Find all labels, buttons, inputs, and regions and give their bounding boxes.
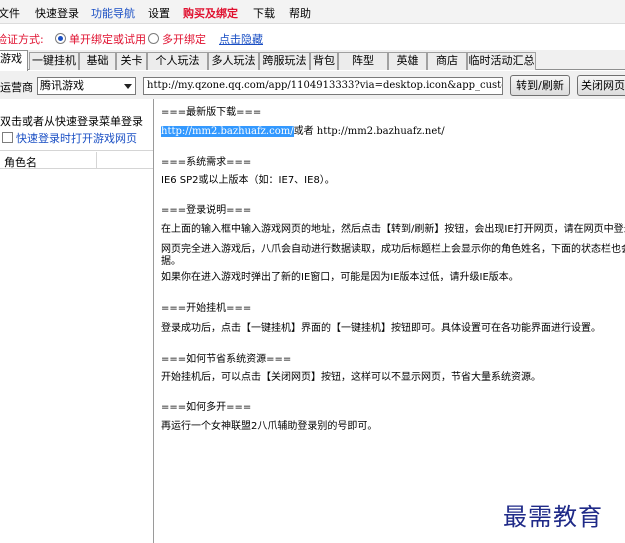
account-panel: 双击或者从快速登录菜单登录 快速登录时打开游戏网页 角色名 (0, 99, 154, 543)
menu-buy-bind[interactable]: 购买及绑定 (183, 5, 238, 21)
menu-feature-nav[interactable]: 功能导航 (91, 5, 135, 21)
login-text-3: 据。 (161, 256, 181, 267)
radio-multi-bind-label[interactable]: 多开绑定 (162, 31, 206, 47)
save-text: 开始挂机后，可以点击【关闭网页】按钮，这样可以不显示网页，节省大量系统资源。 (161, 372, 541, 383)
toolbar: 运营商 腾讯游戏 http://my.qzone.qq.com/app/1104… (0, 71, 625, 99)
menu-help[interactable]: 帮助 (289, 5, 311, 21)
radio-single-bind[interactable] (55, 33, 66, 44)
column-separator[interactable] (96, 152, 97, 168)
radio-single-bind-label[interactable]: 单开绑定或试用 (69, 31, 146, 47)
menu-file[interactable]: 文件 (0, 5, 20, 21)
column-role-name[interactable]: 角色名 (4, 154, 37, 170)
operator-select[interactable]: 腾讯游戏 (37, 77, 136, 95)
operator-label: 运营商 (0, 81, 33, 94)
start-text: 登录成功后，点击【一键挂机】界面的【一键挂机】按钮即可。具体设置可在各功能界面进… (161, 323, 601, 334)
multi-title: ===如何多开=== (161, 402, 252, 413)
start-title: ===开始挂机=== (161, 303, 252, 314)
login-text-4: 如果你在进入游戏时弹出了新的IE窗口，可能是因为IE版本过低，请升级IE版本。 (161, 272, 519, 283)
tab-cross-server[interactable]: 跨服玩法 (259, 52, 310, 70)
menu-quick-login[interactable]: 快速登录 (35, 5, 79, 21)
menu-settings[interactable]: 设置 (148, 5, 170, 21)
tab-game[interactable]: 游戏 (0, 50, 28, 71)
goto-refresh-button[interactable]: 转到/刷新 (510, 75, 570, 96)
multi-text: 再运行一个女神联盟2八爪辅助登录别的号即可。 (161, 421, 378, 432)
login-title: ===登录说明=== (161, 205, 252, 216)
login-text-1: 在上面的输入框中输入游戏网页的地址，然后点击【转到/刷新】按钮，会出现IE打开网… (161, 224, 625, 235)
tab-personal[interactable]: 个人玩法 (147, 52, 208, 70)
hide-link[interactable]: 点击隐藏 (219, 31, 263, 47)
tab-one-click[interactable]: 一键挂机 (29, 52, 79, 70)
verify-label: 验证方式: (0, 33, 44, 46)
save-title: ===如何节省系统资源=== (161, 354, 292, 365)
radio-multi-bind[interactable] (148, 33, 159, 44)
close-page-button[interactable]: 关闭网页 (577, 75, 625, 96)
tab-multiplayer[interactable]: 多人玩法 (208, 52, 259, 70)
open-page-checkbox[interactable] (2, 132, 13, 143)
tab-events[interactable]: 临时活动汇总 (467, 52, 536, 70)
role-list-header: 角色名 (0, 150, 153, 169)
sysreq-text: IE6 SP2或以上版本（如：IE7、IE8）。 (161, 175, 335, 186)
watermark: 最需教育 (503, 503, 603, 531)
download-link-secondary[interactable]: http://mm2.bazhuafz.net/ (317, 126, 445, 137)
login-hint: 双击或者从快速登录菜单登录 (0, 115, 143, 128)
tab-stage[interactable]: 关卡 (116, 52, 147, 70)
download-line: http://mm2.bazhuafz.com/或者 http://mm2.ba… (161, 122, 445, 137)
latest-download-title: ===最新版下载=== (161, 107, 262, 118)
download-link-primary[interactable]: http://mm2.bazhuafz.com/ (161, 126, 294, 137)
url-input[interactable]: http://my.qzone.qq.com/app/1104913333?vi… (143, 77, 503, 95)
tab-bag[interactable]: 背包 (310, 52, 338, 70)
open-page-checkbox-label[interactable]: 快速登录时打开游戏网页 (16, 130, 137, 146)
chevron-down-icon (124, 84, 132, 89)
tab-shop[interactable]: 商店 (427, 52, 467, 70)
menu-bar: 文件 快速登录 功能导航 设置 购买及绑定 下载 帮助 (0, 0, 625, 24)
tab-hero[interactable]: 英雄 (388, 52, 427, 70)
sysreq-title: ===系统需求=== (161, 157, 252, 168)
tab-basic[interactable]: 基础 (79, 52, 116, 70)
operator-value: 腾讯游戏 (40, 79, 84, 92)
download-or: 或者 (293, 126, 314, 137)
tab-bar: 游戏 一键挂机 基础 关卡 个人玩法 多人玩法 跨服玩法 背包 阵型 英雄 商店… (0, 50, 625, 71)
login-text-2: 网页完全进入游戏后，八爪会自动进行数据读取，成功后标题栏上会显示你的角色姓名，下… (161, 244, 625, 255)
verify-bar: 验证方式: 单开绑定或试用 多开绑定 点击隐藏 (0, 26, 625, 48)
info-content: ===最新版下载=== http://mm2.bazhuafz.com/或者 h… (155, 99, 625, 543)
tab-formation[interactable]: 阵型 (338, 52, 388, 70)
menu-download[interactable]: 下载 (253, 5, 275, 21)
